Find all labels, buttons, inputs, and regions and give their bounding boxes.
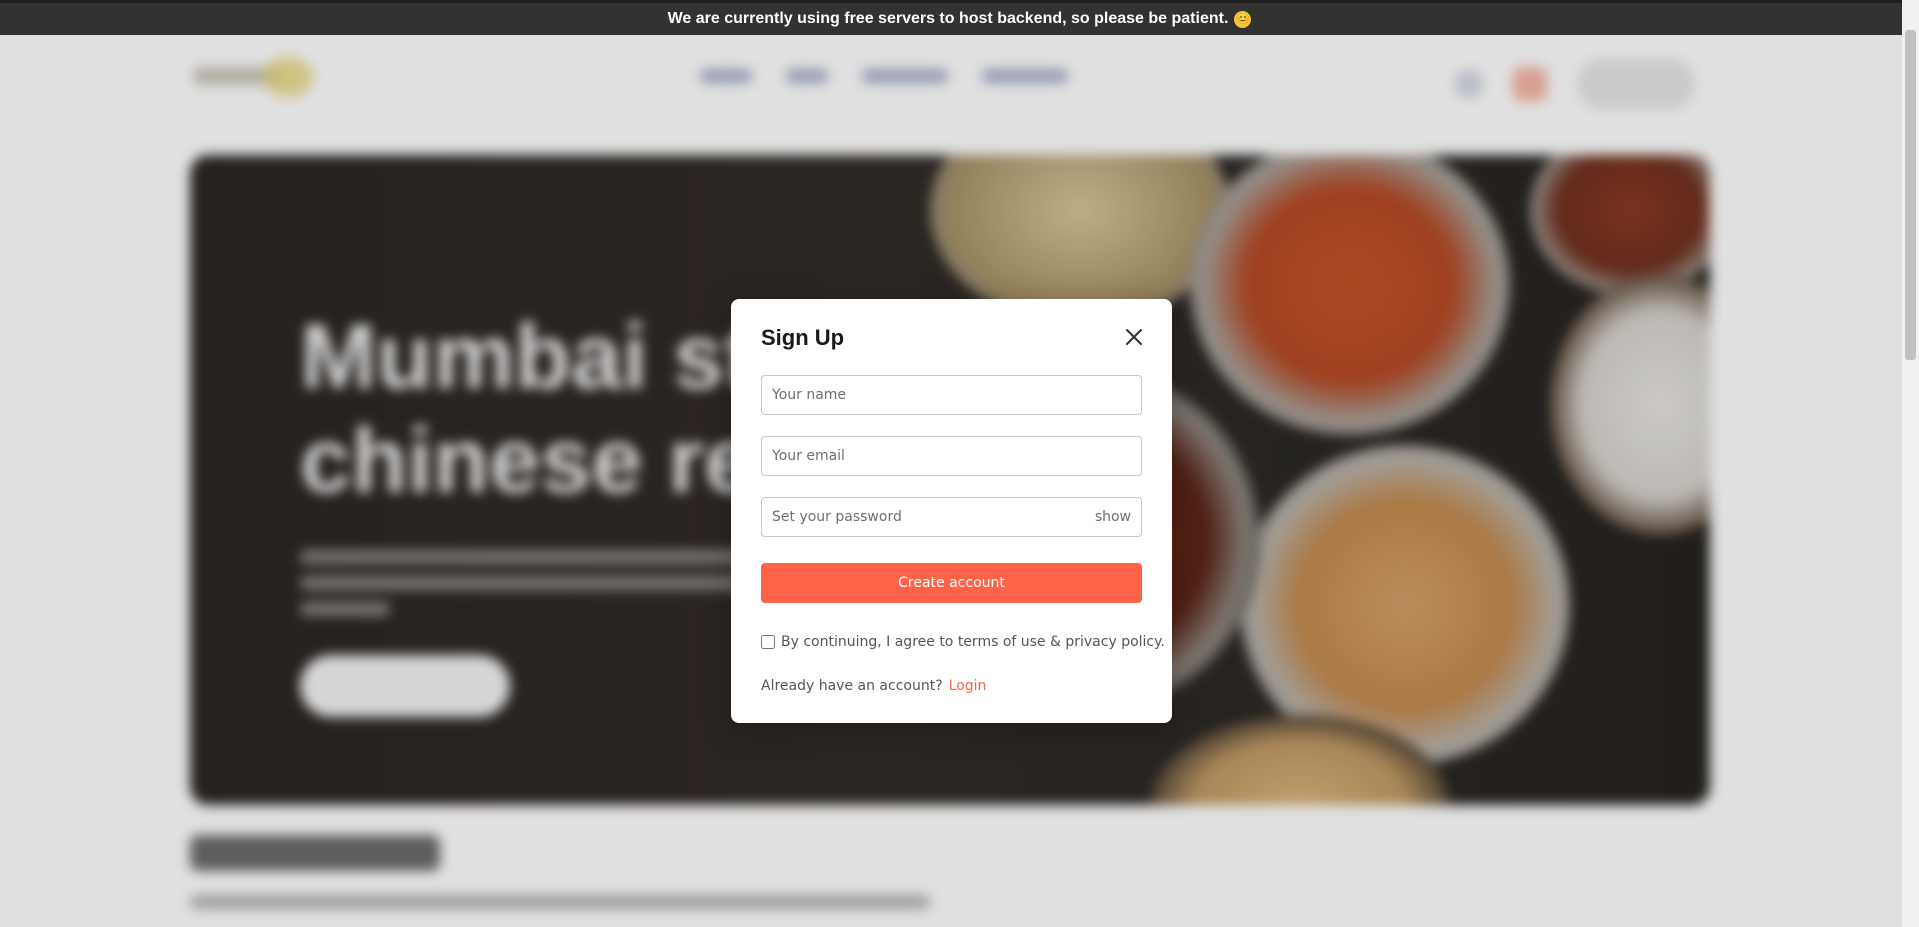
password-field[interactable]: show xyxy=(761,497,1142,537)
email-field[interactable] xyxy=(761,436,1142,476)
show-password-toggle[interactable]: show xyxy=(1095,509,1131,525)
name-field[interactable] xyxy=(761,375,1142,415)
terms-agreement: By continuing, I agree to terms of use &… xyxy=(761,634,1165,650)
email-input[interactable] xyxy=(772,448,1131,464)
modal-title: Sign Up xyxy=(761,325,845,350)
scrollbar-thumb[interactable] xyxy=(1905,30,1916,360)
announcement-banner: We are currently using free servers to h… xyxy=(0,0,1919,35)
login-link[interactable]: Login xyxy=(949,678,987,694)
smile-emoji-icon: 😊 xyxy=(1234,10,1252,28)
terms-checkbox[interactable] xyxy=(761,635,775,649)
close-icon[interactable] xyxy=(1124,327,1144,347)
terms-text: By continuing, I agree to terms of use &… xyxy=(781,634,1165,650)
page-scrollbar[interactable] xyxy=(1902,0,1919,927)
login-prompt: Already have an account? Login xyxy=(761,678,986,694)
signup-modal: Sign Up show Create account By continuin… xyxy=(731,299,1172,723)
banner-text: We are currently using free servers to h… xyxy=(667,10,1229,27)
password-input[interactable] xyxy=(772,509,1095,525)
already-have-account-text: Already have an account? xyxy=(761,678,943,694)
create-account-button[interactable]: Create account xyxy=(761,563,1142,603)
name-input[interactable] xyxy=(772,387,1131,403)
